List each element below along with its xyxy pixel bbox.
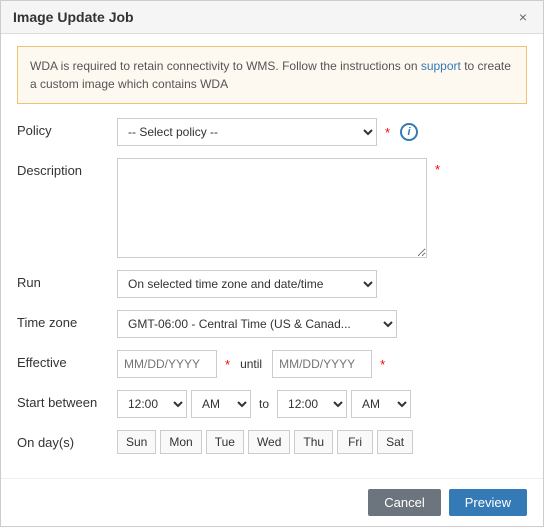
start-ampm-select[interactable]: AM [191,390,251,418]
preview-button[interactable]: Preview [449,489,527,516]
effective-required-star: * [225,357,230,372]
end-ampm-select[interactable]: AM [351,390,411,418]
day-button-wed[interactable]: Wed [248,430,290,454]
day-buttons-group: SunMonTueWedThuFriSat [117,430,413,454]
run-row: Run On selected time zone and date/time [17,270,527,298]
timezone-control-wrap: GMT-06:00 - Central Time (US & Canad... [117,310,527,338]
start-between-row: Start between 12:00 AM to 12:00 AM [17,390,527,418]
cancel-button[interactable]: Cancel [368,489,440,516]
until-date-input[interactable] [272,350,372,378]
support-link[interactable]: support [421,59,461,73]
alert-text-before: WDA is required to retain connectivity t… [30,59,421,73]
run-label: Run [17,270,117,290]
effective-label: Effective [17,350,117,370]
timezone-row: Time zone GMT-06:00 - Central Time (US &… [17,310,527,338]
on-days-label: On day(s) [17,430,117,450]
policy-control-wrap: -- Select policy -- * i [117,118,527,146]
dialog-footer: Cancel Preview [1,478,543,526]
image-update-job-dialog: Image Update Job × WDA is required to re… [0,0,544,527]
run-control-wrap: On selected time zone and date/time [117,270,527,298]
description-required-star: * [435,162,440,177]
dialog-body: WDA is required to retain connectivity t… [1,34,543,478]
close-button[interactable]: × [515,9,531,25]
until-required-star: * [380,357,385,372]
run-select[interactable]: On selected time zone and date/time [117,270,377,298]
on-days-row: On day(s) SunMonTueWedThuFriSat [17,430,527,454]
to-label: to [255,392,273,416]
policy-required-star: * [385,125,390,140]
on-days-control-wrap: SunMonTueWedThuFriSat [117,430,527,454]
day-button-tue[interactable]: Tue [206,430,244,454]
alert-banner: WDA is required to retain connectivity t… [17,46,527,104]
description-control-wrap: * [117,158,527,258]
timezone-select[interactable]: GMT-06:00 - Central Time (US & Canad... [117,310,397,338]
timezone-label: Time zone [17,310,117,330]
start-between-label: Start between [17,390,117,410]
day-button-mon[interactable]: Mon [160,430,201,454]
policy-label: Policy [17,118,117,138]
day-button-sat[interactable]: Sat [377,430,413,454]
start-between-control-wrap: 12:00 AM to 12:00 AM [117,390,527,418]
effective-control-wrap: * until * [117,350,527,378]
start-time-select[interactable]: 12:00 [117,390,187,418]
description-row: Description * [17,158,527,258]
dialog-title: Image Update Job [13,9,134,25]
effective-date-input[interactable] [117,350,217,378]
effective-row: Effective * until * [17,350,527,378]
day-button-thu[interactable]: Thu [294,430,333,454]
policy-row: Policy -- Select policy -- * i [17,118,527,146]
day-button-fri[interactable]: Fri [337,430,373,454]
day-button-sun[interactable]: Sun [117,430,156,454]
until-label: until [234,352,268,376]
end-time-select[interactable]: 12:00 [277,390,347,418]
policy-select[interactable]: -- Select policy -- [117,118,377,146]
description-textarea[interactable] [117,158,427,258]
info-icon[interactable]: i [400,123,418,141]
description-label: Description [17,158,117,178]
dialog-header: Image Update Job × [1,1,543,34]
